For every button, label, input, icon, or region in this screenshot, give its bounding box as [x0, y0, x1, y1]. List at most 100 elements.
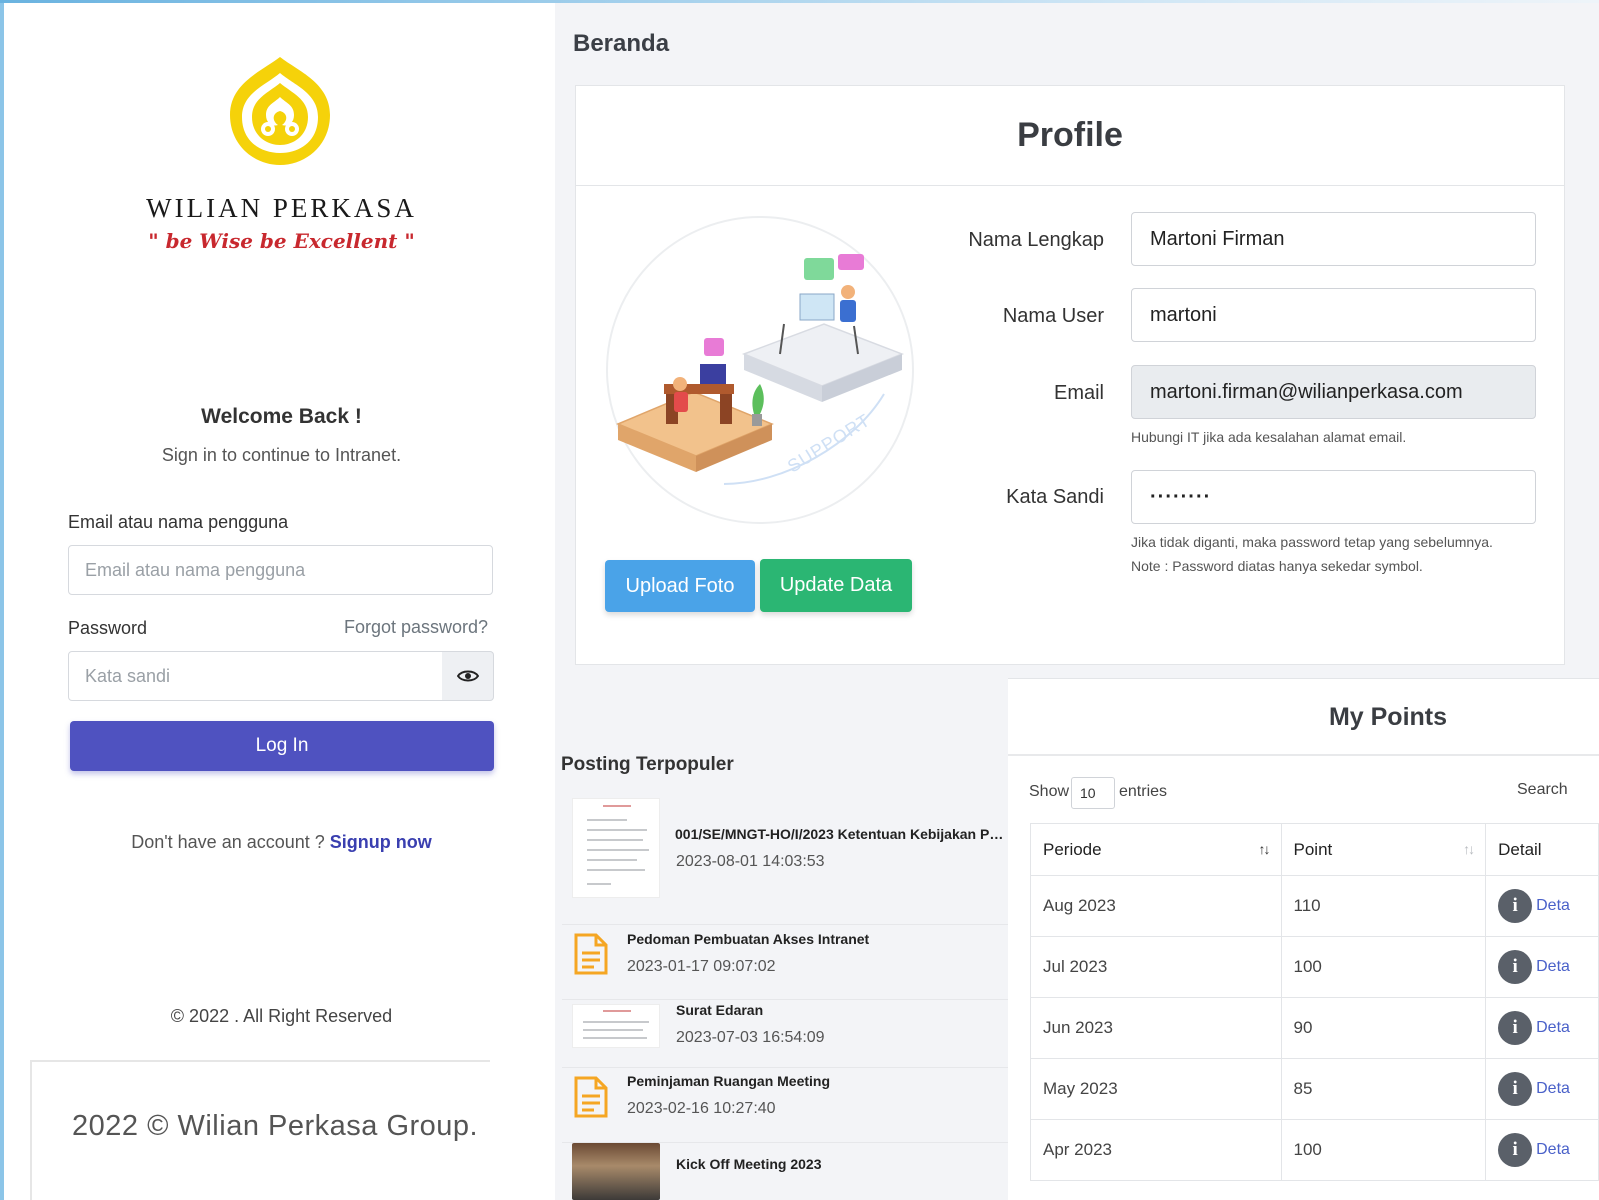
- profile-card: Profile SUPPORT Upload Foto Update Data …: [575, 85, 1565, 665]
- points-card: My Points Show 10 entries Search Periode…: [1008, 678, 1599, 1200]
- profile-illustration: SUPPORT: [606, 216, 914, 524]
- divider: [1008, 754, 1599, 756]
- period-cell: May 2023: [1030, 1058, 1282, 1120]
- welcome-subtitle: Sign in to continue to Intranet.: [161, 445, 402, 465]
- table-row: Apr 2023 100 i Deta: [1030, 1119, 1599, 1181]
- sort-icon: ↑↓: [1463, 841, 1475, 857]
- forgot-password-link[interactable]: Forgot password?: [344, 617, 488, 638]
- copyright-text: © 2022 . All Right Reserved: [170, 1006, 393, 1026]
- login-button[interactable]: Log In: [70, 721, 494, 771]
- table-row: Jun 2023 90 i Deta: [1030, 997, 1599, 1059]
- table-row: Jul 2023 100 i Deta: [1030, 936, 1599, 998]
- show-label: Show: [1029, 783, 1070, 800]
- table-row: Aug 2023 110 i Deta: [1030, 875, 1599, 937]
- column-label: Point: [1293, 839, 1333, 859]
- file-document-icon: [574, 933, 608, 975]
- brand-name: WILIAN PERKASA: [146, 193, 417, 223]
- post-date: 2023-01-17 09:07:02: [627, 958, 776, 975]
- info-icon[interactable]: i: [1498, 1072, 1533, 1106]
- post-item[interactable]: Peminjaman Ruangan Meeting 2023-02-16 10…: [562, 1068, 1010, 1143]
- point-cell: 90: [1280, 997, 1487, 1059]
- company-logo-icon: [230, 57, 330, 165]
- welcome-heading: Welcome Back !: [201, 405, 362, 428]
- column-label: Detail: [1498, 839, 1542, 859]
- password-label: Kata Sandi: [1006, 486, 1104, 508]
- post-item[interactable]: Pedoman Pembuatan Akses Intranet 2023-01…: [562, 925, 1010, 1000]
- post-title[interactable]: 001/SE/MNGT-HO/I/2023 Ketentuan Kebijaka…: [675, 826, 1010, 842]
- footer-box: 2022 © Wilian Perkasa Group.: [30, 1060, 490, 1200]
- update-data-button[interactable]: Update Data: [760, 559, 912, 612]
- column-header-periode[interactable]: Periode ↑↓: [1030, 823, 1282, 876]
- signup-prompt: Don't have an account ?: [131, 832, 325, 852]
- detail-link[interactable]: Deta: [1536, 897, 1570, 914]
- username-input[interactable]: [1131, 288, 1536, 342]
- post-item[interactable]: 001/SE/MNGT-HO/I/2023 Ketentuan Kebijaka…: [562, 790, 1010, 925]
- detail-link[interactable]: Deta: [1536, 958, 1570, 975]
- entries-select[interactable]: 10: [1071, 777, 1115, 809]
- sort-icon: ↑↓: [1258, 841, 1271, 857]
- post-title[interactable]: Kick Off Meeting 2023: [676, 1156, 1006, 1172]
- entries-label: entries: [1119, 783, 1168, 800]
- period-cell: Apr 2023: [1030, 1119, 1282, 1181]
- detail-cell[interactable]: i Deta: [1485, 1119, 1599, 1181]
- detail-link[interactable]: Deta: [1536, 1080, 1570, 1097]
- file-document-icon: [574, 1076, 608, 1118]
- profile-title: Profile: [1017, 116, 1123, 154]
- entries-value: 10: [1080, 785, 1096, 801]
- detail-cell[interactable]: i Deta: [1485, 1058, 1599, 1120]
- info-icon[interactable]: i: [1498, 950, 1533, 984]
- points-title: My Points: [1328, 703, 1448, 731]
- email-label: Email atau nama pengguna: [68, 512, 289, 532]
- footer-text: 2022 © Wilian Perkasa Group.: [72, 1110, 479, 1142]
- password-field[interactable]: [1131, 470, 1536, 524]
- detail-link[interactable]: Deta: [1536, 1141, 1570, 1158]
- column-label: Periode: [1043, 839, 1102, 859]
- post-title[interactable]: Pedoman Pembuatan Akses Intranet: [627, 931, 1007, 947]
- info-icon[interactable]: i: [1498, 1011, 1533, 1045]
- password-input[interactable]: [68, 651, 443, 701]
- post-date: 2023-07-03 16:54:09: [676, 1029, 825, 1046]
- point-cell: 100: [1280, 936, 1487, 998]
- full-name-label: Nama Lengkap: [968, 229, 1104, 251]
- password-help-text-1: Jika tidak diganti, maka password tetap …: [1131, 534, 1493, 550]
- username-label: Nama User: [1002, 305, 1104, 327]
- post-item[interactable]: Surat Edaran 2023-07-03 16:54:09: [562, 1000, 1010, 1068]
- full-name-input[interactable]: [1131, 212, 1536, 266]
- period-cell: Jun 2023: [1030, 997, 1282, 1059]
- password-label: Password: [68, 618, 148, 638]
- post-item[interactable]: Kick Off Meeting 2023: [562, 1143, 1010, 1200]
- detail-cell[interactable]: i Deta: [1485, 936, 1599, 998]
- search-label: Search: [1517, 781, 1568, 798]
- detail-cell[interactable]: i Deta: [1485, 875, 1599, 937]
- eye-icon: [456, 670, 479, 682]
- page-title: Beranda: [573, 30, 670, 57]
- info-icon[interactable]: i: [1498, 889, 1533, 923]
- post-title[interactable]: Peminjaman Ruangan Meeting: [627, 1073, 1007, 1089]
- signup-row: Don't have an account ? Signup now: [4, 832, 559, 853]
- point-cell: 110: [1280, 875, 1487, 937]
- info-icon[interactable]: i: [1498, 1133, 1533, 1167]
- signup-link[interactable]: Signup now: [330, 832, 432, 852]
- post-date: 2023-08-01 14:03:53: [676, 853, 825, 870]
- detail-link[interactable]: Deta: [1536, 1019, 1570, 1036]
- password-help-text-2: Note : Password diatas hanya sekedar sym…: [1131, 558, 1423, 574]
- detail-cell[interactable]: i Deta: [1485, 997, 1599, 1059]
- upload-photo-button[interactable]: Upload Foto: [605, 560, 755, 612]
- post-title[interactable]: Surat Edaran: [676, 1002, 1006, 1018]
- table-row: May 2023 85 i Deta: [1030, 1058, 1599, 1120]
- table-header-row: Periode ↑↓ Point ↑↓ Detail: [1030, 823, 1599, 876]
- email-field: [1131, 365, 1536, 419]
- email-label: Email: [1053, 382, 1104, 404]
- posting-title: Posting Terpopuler: [561, 754, 734, 775]
- column-header-point[interactable]: Point ↑↓: [1280, 823, 1487, 876]
- period-cell: Jul 2023: [1030, 936, 1282, 998]
- document-thumbnail: [572, 1004, 660, 1048]
- email-input[interactable]: [68, 545, 493, 595]
- point-cell: 85: [1280, 1058, 1487, 1120]
- email-help-text: Hubungi IT jika ada kesalahan alamat ema…: [1131, 429, 1407, 445]
- login-panel: WILIAN PERKASA " be Wise be Excellent " …: [0, 3, 555, 1200]
- period-cell: Aug 2023: [1030, 875, 1282, 937]
- toggle-password-button[interactable]: [442, 651, 494, 701]
- brand-tagline: " be Wise be Excellent ": [148, 229, 415, 253]
- points-table: Periode ↑↓ Point ↑↓ Detail Aug 2023 110 …: [1030, 823, 1599, 1181]
